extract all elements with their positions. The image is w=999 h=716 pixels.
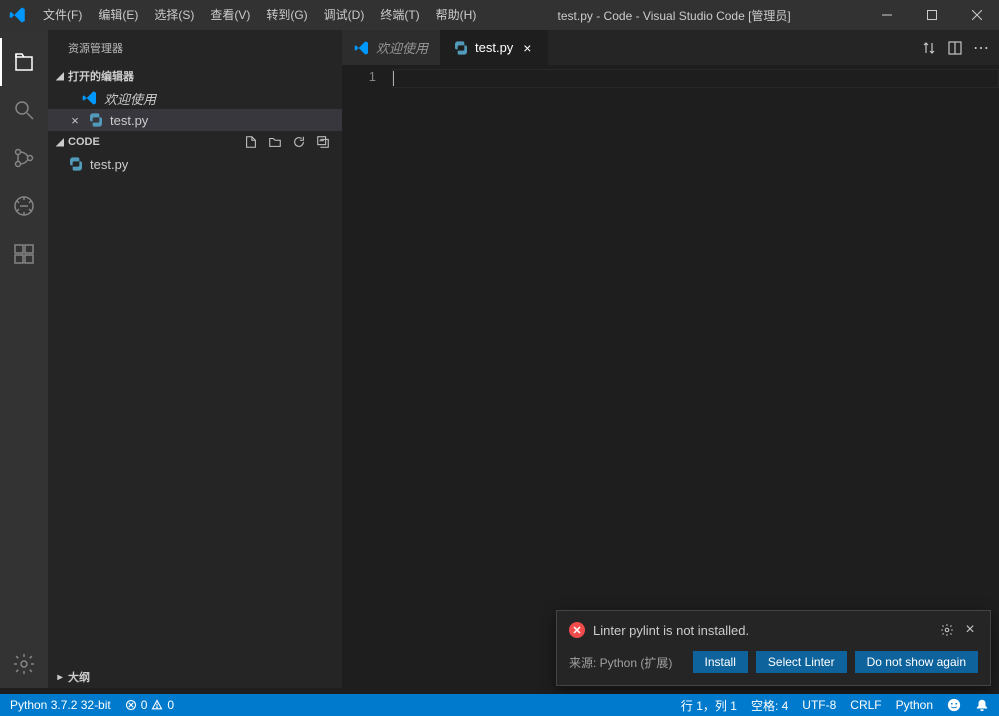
workspace-section[interactable]: ◢ CODE <box>48 131 342 153</box>
status-problems[interactable]: 0 0 <box>125 698 174 712</box>
status-bar: Python 3.7.2 32-bit 0 0 行 1，列 1 空格: 4 UT… <box>0 694 999 716</box>
open-editors-section[interactable]: ◢ 打开的编辑器 <box>48 65 342 87</box>
notifications-bell-icon[interactable] <box>975 698 989 712</box>
install-button[interactable]: Install <box>693 651 748 673</box>
search-icon[interactable] <box>0 86 48 134</box>
chevron-down-icon: ◢ <box>52 71 68 82</box>
maximize-button[interactable] <box>909 0 954 30</box>
notification-message: Linter pylint is not installed. <box>593 623 932 638</box>
chevron-right-icon: ▸ <box>52 672 68 683</box>
open-editor-label: test.py <box>110 113 148 128</box>
select-linter-button[interactable]: Select Linter <box>756 651 847 673</box>
status-indentation[interactable]: 空格: 4 <box>751 697 788 714</box>
window-title: test.py - Code - Visual Studio Code [管理员… <box>484 7 864 24</box>
open-editor-testpy[interactable]: × test.py <box>48 109 342 131</box>
do-not-show-again-button[interactable]: Do not show again <box>855 651 978 673</box>
split-editor-icon[interactable] <box>947 40 963 56</box>
window-controls <box>864 0 999 30</box>
file-testpy[interactable]: test.py <box>48 153 342 175</box>
close-icon[interactable]: × <box>68 113 82 128</box>
open-editor-welcome[interactable]: 欢迎使用 <box>48 87 342 109</box>
explorer-sidebar: 资源管理器 ◢ 打开的编辑器 欢迎使用 × test.py ◢ CODE <box>48 30 342 688</box>
editor-tabs: 欢迎使用 test.py × ⋯ <box>342 30 999 65</box>
menu-file[interactable]: 文件(F) <box>35 0 90 30</box>
close-button[interactable] <box>954 0 999 30</box>
menu-view[interactable]: 查看(V) <box>202 0 258 30</box>
menu-bar: 文件(F) 编辑(E) 选择(S) 查看(V) 转到(G) 调试(D) 终端(T… <box>35 0 484 30</box>
status-warnings-count: 0 <box>167 698 174 712</box>
collapse-all-icon[interactable] <box>314 133 332 151</box>
file-label: test.py <box>90 157 128 172</box>
activity-bar <box>0 30 48 688</box>
line-number-gutter: 1 <box>342 65 392 688</box>
tab-welcome[interactable]: 欢迎使用 <box>342 30 441 65</box>
workspace-label: CODE <box>68 136 100 148</box>
status-encoding[interactable]: UTF-8 <box>802 698 836 712</box>
code-content[interactable] <box>392 65 999 688</box>
extensions-icon[interactable] <box>0 230 48 278</box>
notification-toast: ✕ Linter pylint is not installed. × 来源: … <box>556 610 991 686</box>
new-folder-icon[interactable] <box>266 133 284 151</box>
explorer-icon[interactable] <box>0 38 48 86</box>
new-file-icon[interactable] <box>242 133 260 151</box>
error-icon: ✕ <box>569 622 585 638</box>
tab-testpy[interactable]: test.py × <box>441 30 548 65</box>
minimize-button[interactable] <box>864 0 909 30</box>
notification-source: 来源: Python (扩展) <box>569 654 685 671</box>
line-number: 1 <box>342 69 376 84</box>
outline-label: 大纲 <box>68 669 90 685</box>
status-language[interactable]: Python <box>896 698 933 712</box>
notification-close-icon[interactable]: × <box>962 621 978 639</box>
compare-changes-icon[interactable] <box>921 40 937 56</box>
menu-selection[interactable]: 选择(S) <box>146 0 202 30</box>
chevron-down-icon: ◢ <box>52 137 68 148</box>
editor-area: 欢迎使用 test.py × ⋯ 1 <box>342 30 999 688</box>
status-errors-count: 0 <box>141 698 148 712</box>
settings-gear-icon[interactable] <box>0 640 48 688</box>
feedback-icon[interactable] <box>947 698 961 712</box>
menu-terminal[interactable]: 终端(T) <box>372 0 427 30</box>
source-control-icon[interactable] <box>0 134 48 182</box>
tab-label: 欢迎使用 <box>376 38 428 57</box>
notification-gear-icon[interactable] <box>940 623 954 637</box>
menu-go[interactable]: 转到(G) <box>258 0 315 30</box>
vscode-file-icon <box>82 90 98 106</box>
outline-section[interactable]: ▸ 大纲 <box>48 666 342 688</box>
status-line-col[interactable]: 行 1，列 1 <box>681 697 737 714</box>
vscode-file-icon <box>354 40 370 56</box>
open-editor-label: 欢迎使用 <box>104 89 156 108</box>
python-file-icon <box>453 40 469 56</box>
tab-close-icon[interactable]: × <box>519 40 535 56</box>
sidebar-title: 资源管理器 <box>48 30 342 65</box>
tab-label: test.py <box>475 40 513 55</box>
more-actions-icon[interactable]: ⋯ <box>973 38 989 58</box>
python-file-icon <box>88 112 104 128</box>
menu-debug[interactable]: 调试(D) <box>316 0 373 30</box>
python-file-icon <box>68 156 84 172</box>
open-editors-label: 打开的编辑器 <box>68 68 134 84</box>
code-editor[interactable]: 1 <box>342 65 999 688</box>
debug-icon[interactable] <box>0 182 48 230</box>
refresh-icon[interactable] <box>290 133 308 151</box>
titlebar: 文件(F) 编辑(E) 选择(S) 查看(V) 转到(G) 调试(D) 终端(T… <box>0 0 999 30</box>
menu-edit[interactable]: 编辑(E) <box>90 0 146 30</box>
status-eol[interactable]: CRLF <box>850 698 881 712</box>
status-python-version[interactable]: Python 3.7.2 32-bit <box>10 698 111 712</box>
vscode-logo-icon <box>0 6 35 24</box>
menu-help[interactable]: 帮助(H) <box>428 0 485 30</box>
